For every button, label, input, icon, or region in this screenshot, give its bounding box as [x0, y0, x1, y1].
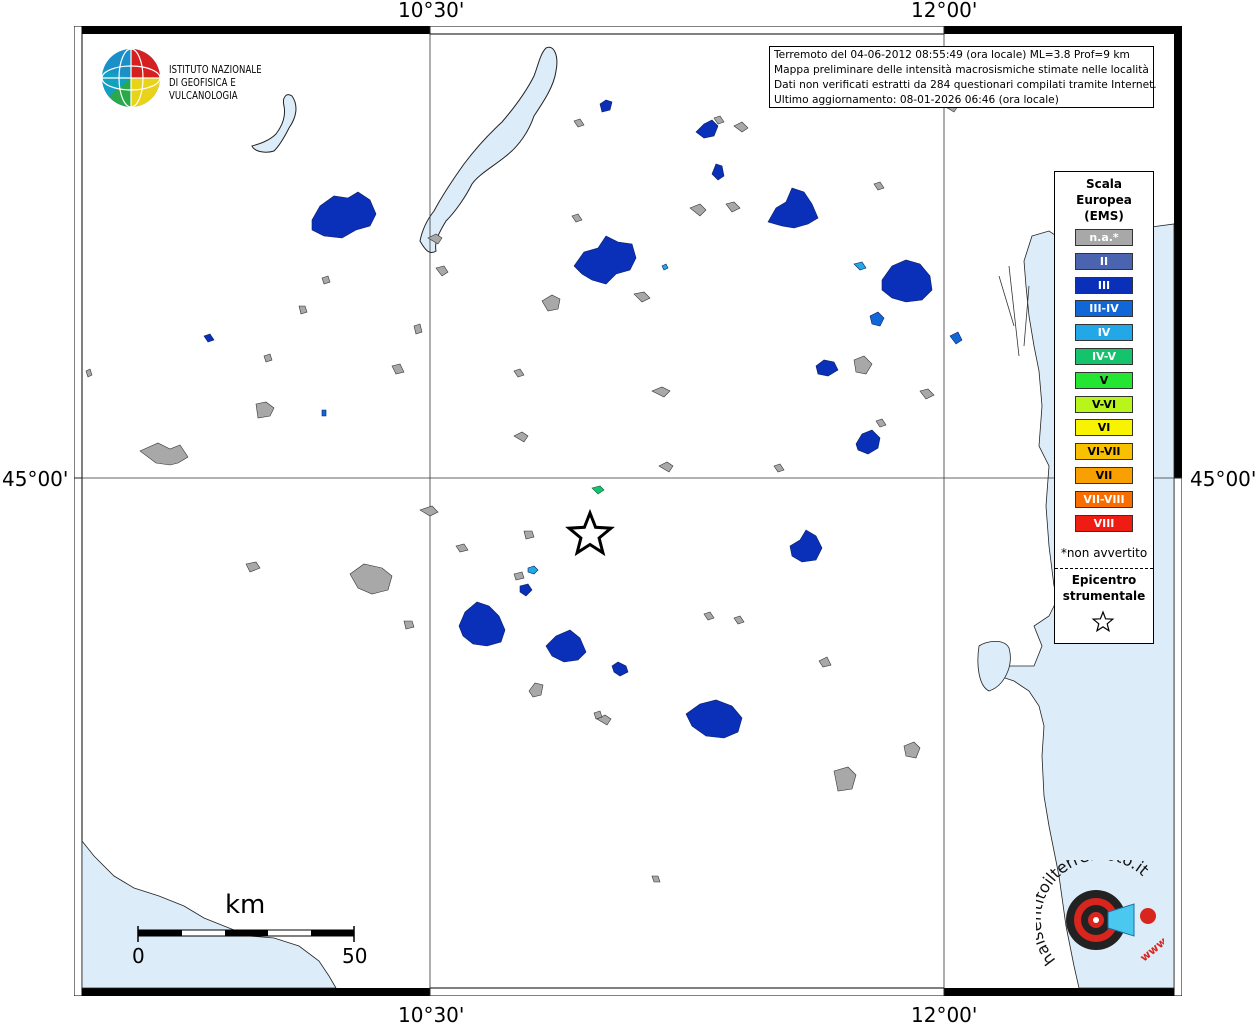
lon-label-top-1200: 12°00': [911, 0, 978, 22]
legend-title-line2: Europea: [1076, 193, 1132, 207]
legend-epicentre-line2: strumentale: [1062, 589, 1146, 603]
ingv-globe-icon: [101, 48, 161, 108]
frame-band-bottom-mid: [429, 987, 945, 996]
scale-bar: km 0 50: [130, 890, 370, 970]
ingv-name: ISTITUTO NAZIONALE DI GEOFISICA E VULCAN…: [169, 64, 306, 103]
legend-item-viii: VIII: [1075, 514, 1133, 532]
lat-label-left-4500: 45°00': [2, 467, 69, 491]
legend-item-vii-viii: VII-VIII: [1075, 490, 1133, 508]
frame-band-top-left: [74, 26, 430, 34]
legend-item-vi-vii: VI-VII: [1075, 443, 1133, 461]
scale-unit: km: [225, 890, 266, 920]
legend-title-line1: Scala: [1085, 177, 1123, 191]
legend-title-line3: (EMS): [1084, 209, 1124, 223]
lon-label-top-1030: 10°30': [398, 0, 465, 22]
frame-band-top-mid: [429, 26, 945, 35]
legend-item-iv-v: IV-V: [1075, 348, 1133, 365]
legend-item-na: n.a.*: [1075, 229, 1133, 246]
legend-item-iv: IV: [1075, 324, 1133, 342]
frame-band-right-top: [1174, 26, 1182, 478]
legend-item-vii: VII: [1075, 467, 1133, 484]
event-info-line3: Dati non verificati estratti da 284 ques…: [774, 79, 1157, 91]
lon-label-bottom-1200: 12°00': [911, 1003, 978, 1027]
legend-item-v: V: [1075, 371, 1133, 389]
ingv-name-line2: DI GEOFISICA E VULCANOLOGIA: [169, 77, 238, 102]
event-info-box: Terremoto del 04-06-2012 08:55:49 (ora l…: [769, 46, 1157, 108]
frame-band-bottom-left: [74, 988, 430, 996]
haisentito-logo: www. haisentitoilterremoto.it: [1026, 844, 1172, 980]
lon-label-bottom-1030: 10°30': [398, 1003, 465, 1027]
legend-item-ii: II: [1075, 252, 1133, 270]
frame-band-bottom-right: [944, 988, 1182, 996]
lat-label-right-4500: 45°00': [1190, 467, 1256, 491]
event-info-line4: Ultimo aggiornamento: 08-01-2026 06:46 (…: [774, 94, 1059, 106]
legend-item-v-vi: V-VI: [1075, 395, 1133, 413]
scale-max: 50: [342, 944, 368, 968]
legend-na-note: *non avvertito: [1060, 546, 1148, 560]
frame-band-left-bottom: [74, 477, 83, 996]
scale-bar-graphic: [137, 926, 355, 942]
frame-band-left-top: [74, 26, 83, 479]
event-info-line2: Mappa preliminare delle intensità macros…: [774, 64, 1149, 76]
event-info-line1: Terremoto del 04-06-2012 08:55:49 (ora l…: [774, 49, 1130, 61]
legend-item-vi: VI: [1075, 419, 1133, 437]
haisentito-logo-graphic: www. haisentitoilterremoto.it: [1026, 844, 1172, 969]
intensity-map: [74, 26, 1182, 996]
frame-band-right-bottom: [1173, 477, 1182, 996]
scale-min: 0: [132, 944, 145, 968]
ems-legend: Scala Europea (EMS) n.a.* II III III-IV IV IV…: [1054, 171, 1154, 644]
legend-star-icon: [1091, 610, 1115, 633]
legend-epicentre-label: Epicentro strumentale: [1055, 572, 1153, 604]
ingv-name-line1: ISTITUTO NAZIONALE: [169, 64, 262, 76]
legend-epicentre-line1: Epicentro: [1071, 573, 1137, 587]
frame-band-top-right: [944, 26, 1182, 34]
ingv-logo: ISTITUTO NAZIONALE DI GEOFISICA E VULCAN…: [101, 48, 321, 110]
legend-item-iii: III: [1075, 276, 1133, 294]
haisentito-url-text: www.: [1138, 933, 1164, 965]
legend-separator: [1055, 568, 1153, 569]
legend-title: Scala Europea (EMS): [1055, 176, 1153, 224]
legend-item-iii-iv: III-IV: [1075, 300, 1133, 318]
map-frame[interactable]: [74, 26, 1182, 996]
